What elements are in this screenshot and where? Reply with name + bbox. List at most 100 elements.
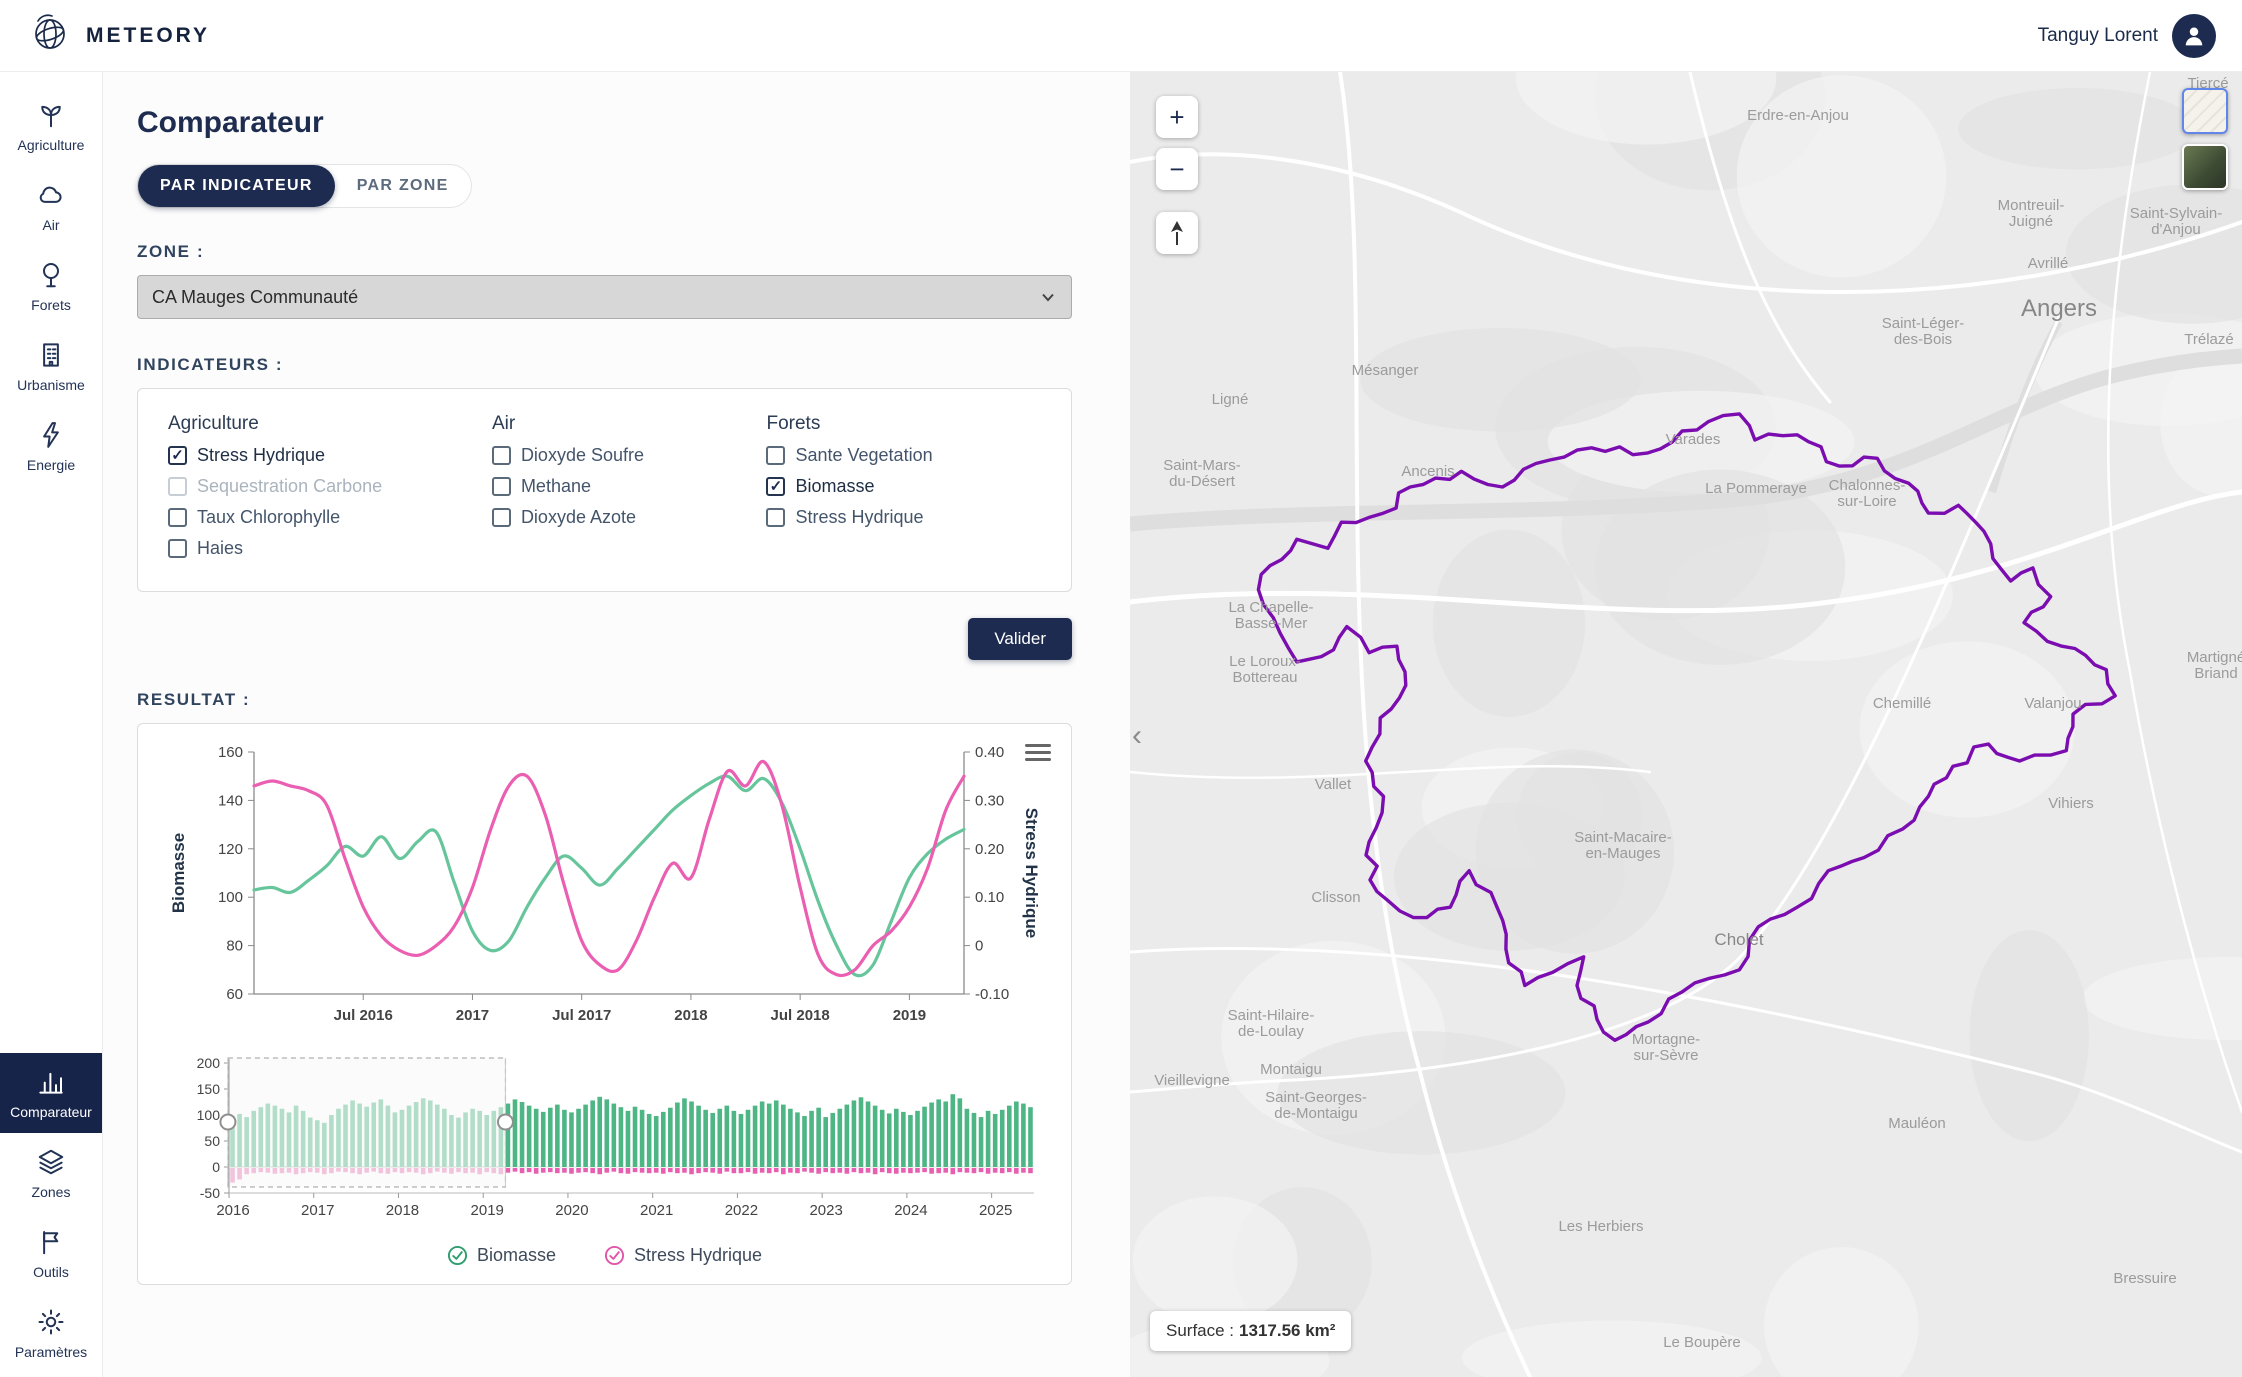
legend-label: Biomasse	[477, 1245, 556, 1266]
svg-text:200: 200	[197, 1055, 221, 1071]
sidebar-item-outils[interactable]: Outils	[0, 1213, 102, 1293]
svg-text:100: 100	[218, 889, 243, 906]
layer-satellite-thumbnail[interactable]	[2182, 144, 2228, 190]
sidebar-item-comparateur[interactable]: Comparateur	[0, 1053, 102, 1133]
checkbox-dioxyde-soufre[interactable]: Dioxyde Soufre	[492, 445, 767, 466]
checkbox-label: Biomasse	[795, 476, 874, 497]
sidebar-item-label: Comparateur	[10, 1104, 92, 1120]
header: METEORY Tanguy Lorent	[0, 0, 2242, 72]
user-menu: Tanguy Lorent	[2038, 14, 2216, 58]
layer-map-thumbnail[interactable]	[2182, 88, 2228, 134]
checkbox-box-icon	[492, 477, 511, 496]
zoom-out-button[interactable]: −	[1156, 148, 1198, 190]
tab-par-zone[interactable]: PAR ZONE	[335, 165, 471, 207]
svg-text:-50: -50	[200, 1185, 220, 1201]
chart-menu-icon[interactable]	[1025, 740, 1051, 765]
agriculture-icon	[36, 100, 66, 130]
chevron-down-icon	[1039, 288, 1057, 306]
air-icon	[36, 180, 66, 210]
checkbox-label: Sante Vegetation	[795, 445, 932, 466]
stress-hydrique-line	[254, 761, 964, 975]
checkbox-haies[interactable]: Haies	[168, 538, 492, 559]
checkbox-label: Dioxyde Soufre	[521, 445, 644, 466]
town-label: MartignéBriand	[2187, 649, 2242, 682]
compass-button[interactable]	[1156, 212, 1198, 254]
town-label: Vieillevigne	[1154, 1072, 1230, 1089]
zoom-in-button[interactable]: +	[1156, 96, 1198, 138]
svg-text:2018: 2018	[386, 1202, 419, 1219]
outils-icon	[36, 1227, 66, 1257]
map[interactable]: TiercéErdre-en-AnjouMontreuil-JuignéSain…	[1130, 72, 2242, 1377]
svg-text:0.20: 0.20	[975, 841, 1004, 858]
checkbox-box-icon	[168, 508, 187, 527]
town-label: Cholet	[1714, 930, 1763, 949]
checkbox-box-icon	[492, 446, 511, 465]
svg-text:160: 160	[218, 744, 243, 761]
town-label: La Pommeraye	[1705, 480, 1807, 497]
svg-text:Jul 2018: Jul 2018	[771, 1007, 830, 1024]
indicators-box: Agriculture✓Stress HydriqueSequestration…	[137, 388, 1072, 592]
town-label: La Chapelle-Basse-Mer	[1228, 599, 1313, 632]
sidebar-item-zones[interactable]: Zones	[0, 1133, 102, 1213]
sidebar-item-label: Urbanisme	[17, 377, 85, 393]
checkbox-box-icon	[168, 477, 187, 496]
town-label: Vallet	[1315, 776, 1352, 793]
town-label: Trélazé	[2184, 331, 2233, 348]
checkbox-methane[interactable]: Methane	[492, 476, 767, 497]
collapse-panel-button[interactable]: ‹	[1130, 712, 1150, 760]
checkbox-stress-hydrique[interactable]: ✓Stress Hydrique	[168, 445, 492, 466]
svg-text:50: 50	[204, 1133, 220, 1149]
avatar[interactable]	[2172, 14, 2216, 58]
zone-select[interactable]: CA Mauges Communauté	[137, 275, 1072, 319]
sidebar-item-agriculture[interactable]: Agriculture	[0, 86, 102, 166]
sidebar-item-urbanisme[interactable]: Urbanisme	[0, 326, 102, 406]
town-label: Mésanger	[1352, 362, 1419, 379]
valider-button[interactable]: Valider	[968, 618, 1072, 660]
brush-selection[interactable]	[228, 1058, 506, 1187]
meteory-logo-icon	[26, 9, 74, 62]
svg-text:60: 60	[226, 986, 243, 1003]
town-label: Varades	[1666, 431, 1721, 448]
zone-label: ZONE :	[137, 242, 1072, 262]
checkbox-label: Haies	[197, 538, 243, 559]
checkbox-label: Methane	[521, 476, 591, 497]
sidebar-item-parametres[interactable]: Paramètres	[0, 1293, 102, 1373]
brush-handle-right[interactable]	[498, 1115, 513, 1130]
sidebar-item-energie[interactable]: Energie	[0, 406, 102, 486]
sidebar-item-forets[interactable]: Forets	[0, 246, 102, 326]
legend-biomasse[interactable]: Biomasse	[447, 1245, 556, 1266]
checkbox-label: Stress Hydrique	[795, 507, 923, 528]
svg-text:2020: 2020	[555, 1202, 588, 1219]
town-label: Vihiers	[2048, 795, 2094, 812]
legend-stress-hydrique[interactable]: Stress Hydrique	[604, 1245, 762, 1266]
surface-label: Surface :	[1166, 1321, 1234, 1340]
svg-text:Jul 2017: Jul 2017	[552, 1007, 611, 1024]
check-circle-icon	[447, 1245, 468, 1266]
tab-par-indicateur[interactable]: PAR INDICATEUR	[138, 165, 335, 207]
checkbox-dioxyde-azote[interactable]: Dioxyde Azote	[492, 507, 767, 528]
checkbox-box-icon	[766, 446, 785, 465]
checkbox-taux-chlorophylle[interactable]: Taux Chlorophylle	[168, 507, 492, 528]
svg-text:0.40: 0.40	[975, 744, 1004, 761]
forets-icon	[36, 260, 66, 290]
svg-text:2019: 2019	[471, 1202, 504, 1219]
town-label: Les Herbiers	[1558, 1218, 1643, 1235]
brush-handle-left[interactable]	[220, 1115, 235, 1130]
svg-text:0: 0	[975, 938, 983, 955]
svg-text:0.10: 0.10	[975, 889, 1004, 906]
timeline-navigator-chart[interactable]: 200150100500-502016201720182019202020212…	[154, 1055, 1054, 1230]
svg-text:-0.10: -0.10	[975, 986, 1009, 1003]
town-label: Chemillé	[1873, 695, 1931, 712]
checkbox-biomasse[interactable]: ✓Biomasse	[766, 476, 1041, 497]
svg-text:150: 150	[197, 1081, 221, 1097]
sidebar-item-air[interactable]: Air	[0, 166, 102, 246]
checkbox-sante-vegetation[interactable]: Sante Vegetation	[766, 445, 1041, 466]
indicator-group-title: Air	[492, 413, 767, 435]
brand-name: METEORY	[86, 24, 210, 48]
svg-text:0: 0	[212, 1159, 220, 1175]
svg-text:2019: 2019	[893, 1007, 926, 1024]
comparateur-icon	[36, 1067, 66, 1097]
town-label: Mortagne-sur-Sèvre	[1632, 1031, 1700, 1064]
checkbox-stress-hydrique[interactable]: Stress Hydrique	[766, 507, 1041, 528]
map-canvas[interactable]: TiercéErdre-en-AnjouMontreuil-JuignéSain…	[1130, 72, 2242, 1377]
